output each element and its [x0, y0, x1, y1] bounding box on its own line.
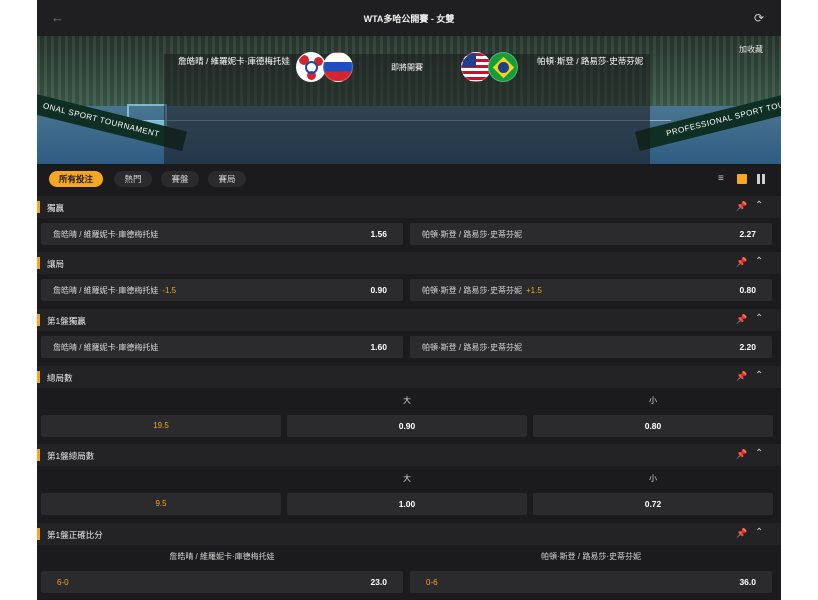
- odds-button-away[interactable]: 帕頓·斯登 / 路易莎·史蒂芬妮 2.20: [410, 336, 772, 358]
- pin-icon[interactable]: 📌: [736, 314, 747, 325]
- under-column-header: 小: [649, 474, 657, 483]
- line-value: 9.5: [155, 499, 167, 508]
- chevron-up-icon[interactable]: ⌃: [755, 200, 763, 211]
- odds-value: 0.90: [398, 421, 416, 431]
- section-marker: [37, 257, 40, 269]
- chevron-up-icon[interactable]: ⌃: [755, 527, 763, 538]
- favorite-button[interactable]: 加收藏: [739, 44, 763, 55]
- selection-label: 詹皓晴 / 維羅妮卡·庫德梅托娃 -1.5: [53, 285, 176, 296]
- selection-label: 帕頓·斯登 / 路易莎·史蒂芬妮: [422, 230, 522, 239]
- odds-value: 0.80: [739, 285, 756, 295]
- market-header-set1-correct-score[interactable]: 第1盤正確比分 📌 ⌃: [37, 523, 781, 545]
- selection-name: 詹皓晴 / 維羅妮卡·庫德梅托娃: [53, 286, 159, 295]
- odds-button-home[interactable]: 詹皓晴 / 維羅妮卡·庫德梅托娃 -1.5 0.90: [41, 279, 403, 301]
- top-bar: ← WTA多哈公開賽 - 女雙 ⟳: [37, 0, 781, 36]
- odds-value: 1.00: [398, 499, 416, 509]
- tab-popular[interactable]: 熱門: [114, 171, 152, 187]
- usa-flag-icon: [461, 52, 491, 82]
- chevron-up-icon[interactable]: ⌃: [755, 313, 763, 324]
- russia-flag-icon: [323, 52, 353, 82]
- market-title: 第1盤獨贏: [47, 316, 86, 326]
- odds-value: 36.0: [739, 577, 756, 587]
- market-header-total-games[interactable]: 總局數 📌 ⌃: [37, 366, 781, 388]
- market-title: 第1盤總局數: [47, 451, 95, 461]
- tab-sets[interactable]: 賽盤: [161, 171, 199, 187]
- section-marker: [37, 371, 40, 383]
- odds-value: 2.27: [739, 229, 756, 239]
- market-title: 總局數: [47, 373, 73, 383]
- chevron-up-icon[interactable]: ⌃: [755, 370, 763, 381]
- odds-value: 0.90: [370, 285, 387, 295]
- pin-icon[interactable]: 📌: [736, 257, 747, 268]
- home-team-name: 詹皓晴 / 維羅妮卡·庫德梅托娃: [178, 56, 290, 66]
- pin-icon[interactable]: 📌: [736, 371, 747, 382]
- over-column-header: 大: [403, 474, 411, 483]
- away-team-name: 帕頓·斯登 / 路易莎·史蒂芬妮: [537, 56, 644, 66]
- selection-label: 帕頓·斯登 / 路易莎·史蒂芬妮 +1.5: [422, 285, 542, 296]
- odds-button-under[interactable]: 0.80: [533, 415, 773, 437]
- odds-button-home[interactable]: 詹皓晴 / 維羅妮卡·庫德梅托娃 1.60: [41, 336, 403, 358]
- market-header-set1-winner[interactable]: 第1盤獨贏 📌 ⌃: [37, 309, 781, 331]
- market-title: 獨贏: [47, 203, 65, 213]
- section-marker: [37, 314, 40, 326]
- home-column-header: 詹皓晴 / 維羅妮卡·庫德梅托娃: [169, 552, 275, 561]
- market-tabs: 所有投注 熱門 賽盤 賽局 ≡: [37, 164, 781, 194]
- match-banner: ONAL SPORT TOURNAMENT PROFESSIONAL SPORT…: [37, 36, 781, 164]
- score-value: 0-6: [426, 578, 438, 587]
- odds-button-away[interactable]: 帕頓·斯登 / 路易莎·史蒂芬妮 2.27: [410, 223, 772, 245]
- odds-button-correct-score-home[interactable]: 6-0 23.0: [41, 571, 403, 593]
- page-title: WTA多哈公開賽 - 女雙: [363, 14, 455, 24]
- match-status: 即將開賽: [391, 63, 423, 72]
- app-window: ← WTA多哈公開賽 - 女雙 ⟳ ONAL SPORT TOURNAMENT …: [37, 0, 781, 600]
- over-column-header: 大: [403, 396, 411, 405]
- odds-button-over[interactable]: 0.90: [287, 415, 527, 437]
- chinese-taipei-flag-icon: [296, 52, 326, 82]
- selection-label: 詹皓晴 / 維羅妮卡·庫德梅托娃: [53, 343, 159, 352]
- odds-button-away[interactable]: 帕頓·斯登 / 路易莎·史蒂芬妮 +1.5 0.80: [410, 279, 772, 301]
- odds-button-correct-score-away[interactable]: 0-6 36.0: [410, 571, 772, 593]
- tab-games[interactable]: 賽局: [208, 171, 246, 187]
- market-header-match-winner[interactable]: 獨贏 📌 ⌃: [37, 196, 781, 218]
- filter-icon[interactable]: ≡: [718, 174, 728, 184]
- section-marker: [37, 449, 40, 461]
- odds-button-under[interactable]: 0.72: [533, 493, 773, 515]
- handicap-value: +1.5: [526, 286, 542, 295]
- odds-value: 0.72: [644, 499, 662, 509]
- section-marker: [37, 528, 40, 540]
- odds-value: 0.80: [644, 421, 662, 431]
- chevron-up-icon[interactable]: ⌃: [755, 256, 763, 267]
- pin-icon[interactable]: 📌: [736, 528, 747, 539]
- market-title: 第1盤正確比分: [47, 530, 103, 540]
- section-marker: [37, 201, 40, 213]
- pin-icon[interactable]: 📌: [736, 449, 747, 460]
- market-title: 讓局: [47, 259, 65, 269]
- odds-button-home[interactable]: 詹皓晴 / 維羅妮卡·庫德梅托娃 1.56: [41, 223, 403, 245]
- chevron-up-icon[interactable]: ⌃: [755, 448, 763, 459]
- odds-value: 23.0: [370, 577, 387, 587]
- two-column-icon[interactable]: [756, 174, 766, 184]
- score-value: 6-0: [57, 578, 69, 587]
- market-header-game-handicap[interactable]: 讓局 📌 ⌃: [37, 252, 781, 274]
- total-line: 19.5: [41, 415, 281, 437]
- total-line: 9.5: [41, 493, 281, 515]
- odds-value: 2.20: [739, 342, 756, 352]
- odds-value: 1.60: [370, 342, 387, 352]
- market-header-set1-total-games[interactable]: 第1盤總局數 📌 ⌃: [37, 444, 781, 466]
- single-column-icon[interactable]: [737, 174, 747, 184]
- selection-name: 帕頓·斯登 / 路易莎·史蒂芬妮: [422, 286, 522, 295]
- odds-value: 1.56: [370, 229, 387, 239]
- brazil-flag-icon: [488, 52, 518, 82]
- away-column-header: 帕頓·斯登 / 路易莎·史蒂芬妮: [541, 552, 641, 561]
- under-column-header: 小: [649, 396, 657, 405]
- pin-icon[interactable]: 📌: [736, 201, 747, 212]
- tab-all-bets[interactable]: 所有投注: [49, 171, 103, 187]
- selection-label: 帕頓·斯登 / 路易莎·史蒂芬妮: [422, 343, 522, 352]
- handicap-value: -1.5: [162, 286, 177, 295]
- selection-label: 詹皓晴 / 維羅妮卡·庫德梅托娃: [53, 230, 159, 239]
- odds-button-over[interactable]: 1.00: [287, 493, 527, 515]
- line-value: 19.5: [153, 421, 169, 430]
- refresh-icon[interactable]: ⟳: [754, 11, 768, 25]
